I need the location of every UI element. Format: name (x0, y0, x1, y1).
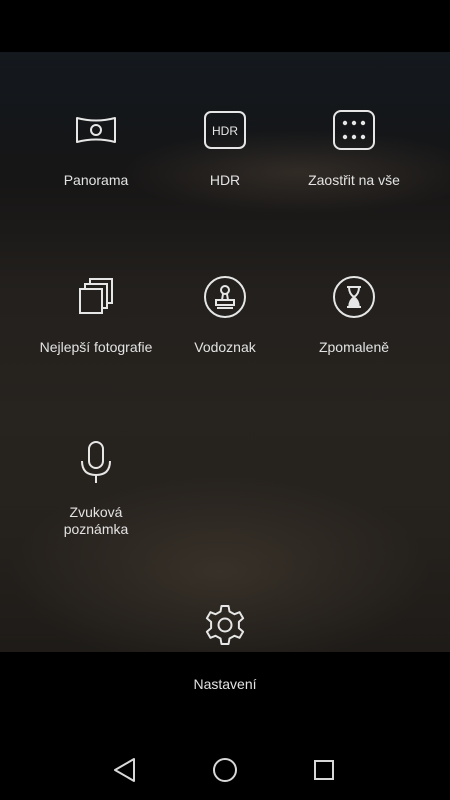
back-triangle-icon[interactable] (110, 755, 140, 785)
mode-label: Nejlepší fotografie (39, 339, 153, 355)
mode-label: Zvuková poznámka (63, 504, 129, 537)
navigation-bar (0, 740, 450, 800)
gear-icon (203, 603, 247, 647)
settings-button[interactable]: Nastavení (155, 603, 295, 692)
settings-label: Nastavení (193, 676, 257, 692)
panorama-icon (74, 108, 118, 152)
mode-label: Panorama (63, 172, 129, 188)
mode-best-photo[interactable]: Nejlepší fotografie (26, 275, 166, 356)
mode-panorama[interactable]: Panorama (26, 108, 166, 189)
mode-label: Vodoznak (194, 339, 256, 355)
recents-square-icon[interactable] (309, 755, 339, 785)
mode-label: HDR (209, 172, 241, 188)
mode-label: Zpomaleně (318, 339, 390, 355)
mode-watermark[interactable]: Vodoznak (155, 275, 295, 356)
top-bar (0, 0, 450, 52)
mode-slow-motion[interactable]: Zpomaleně (284, 275, 424, 356)
home-circle-icon[interactable] (210, 755, 240, 785)
hourglass-icon (332, 275, 376, 319)
mode-voice-note[interactable]: Zvuková poznámka (26, 440, 166, 538)
mode-hdr[interactable]: HDR HDR (155, 108, 295, 189)
hdr-icon-text: HDR (212, 124, 238, 138)
microphone-icon (74, 440, 118, 484)
best-photo-icon (74, 275, 118, 319)
hdr-icon: HDR (203, 108, 247, 152)
all-focus-icon (332, 108, 376, 152)
mode-all-focus[interactable]: Zaostřit na vše (284, 108, 424, 189)
watermark-stamp-icon (203, 275, 247, 319)
mode-label: Zaostřit na vše (308, 172, 400, 188)
